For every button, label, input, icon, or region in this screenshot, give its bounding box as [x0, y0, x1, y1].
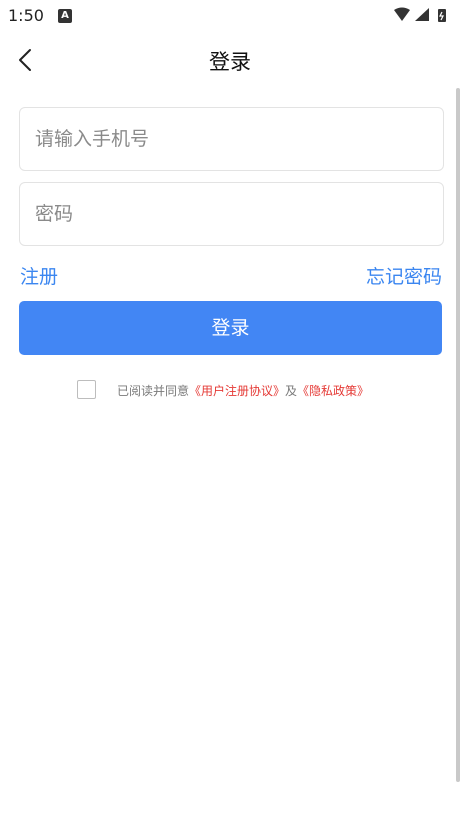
register-link[interactable]: 注册	[20, 262, 58, 289]
privacy-policy-link[interactable]: 《隐私政策》	[297, 384, 369, 398]
status-time: 1:50	[8, 6, 44, 25]
phone-input-container	[19, 107, 444, 171]
wifi-icon	[394, 7, 410, 21]
phone-input[interactable]	[33, 108, 417, 170]
password-input-container	[19, 182, 444, 246]
agreement-text: 已阅读并同意《用户注册协议》及《隐私政策》	[117, 382, 369, 399]
password-input[interactable]	[33, 183, 417, 245]
agreement-and: 及	[285, 384, 298, 398]
agreement-checkbox[interactable]	[77, 380, 96, 399]
login-button[interactable]: 登录	[19, 301, 442, 355]
agreement-prefix: 已阅读并同意	[117, 384, 190, 398]
status-bar: 1:50 A	[0, 0, 460, 32]
signal-icon	[415, 8, 429, 21]
page-title: 登录	[209, 50, 251, 74]
user-agreement-link[interactable]: 《用户注册协议》	[189, 384, 285, 398]
status-icons	[394, 7, 446, 22]
nav-bar: 登录	[0, 32, 460, 88]
notification-icon: A	[58, 9, 72, 23]
forgot-password-link[interactable]: 忘记密码	[366, 262, 442, 289]
scrollbar[interactable]	[456, 88, 460, 782]
